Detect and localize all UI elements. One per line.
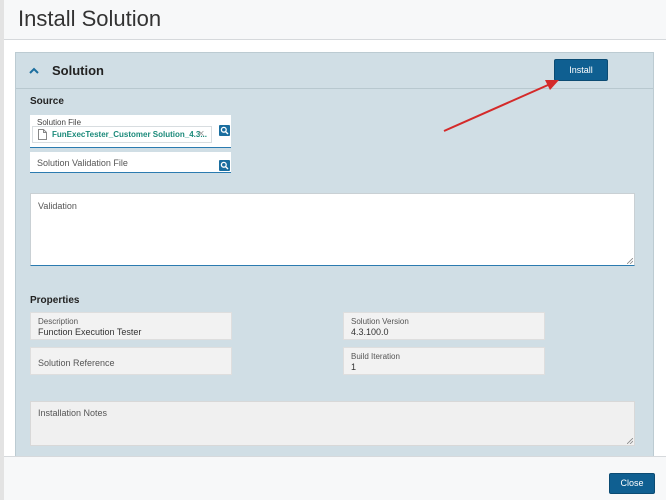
resize-grip-icon[interactable] <box>627 258 633 264</box>
dialog-content[interactable]: Solution Install Source Solution File Fu… <box>4 40 666 456</box>
installation-notes-textarea[interactable]: Installation Notes <box>30 401 635 446</box>
close-button[interactable]: Close <box>609 473 655 494</box>
search-icon[interactable] <box>219 125 230 136</box>
build-iteration-value: 1 <box>351 362 357 372</box>
solution-file-field[interactable]: Solution File FunExecTester_Customer Sol… <box>30 115 231 148</box>
file-icon <box>38 129 47 140</box>
source-heading: Source <box>30 96 64 107</box>
solution-version-label: Solution Version <box>351 317 409 326</box>
installation-notes-placeholder: Installation Notes <box>38 408 108 418</box>
resize-grip-icon[interactable] <box>627 438 633 444</box>
dialog-footer: Close <box>4 456 666 500</box>
description-value: Function Execution Tester <box>38 327 142 337</box>
solution-reference-label: Solution Reference <box>38 358 115 368</box>
validation-placeholder: Validation <box>38 201 77 211</box>
solution-version-field: Solution Version 4.3.100.0 <box>343 312 545 340</box>
description-field: Description Function Execution Tester <box>30 312 232 340</box>
build-iteration-field: Build Iteration 1 <box>343 347 545 375</box>
close-icon[interactable]: × <box>198 127 204 142</box>
solution-file-chip[interactable]: FunExecTester_Customer Solution_4.3... × <box>32 126 212 143</box>
properties-heading: Properties <box>30 295 80 306</box>
solution-version-value: 4.3.100.0 <box>351 327 389 337</box>
solution-reference-field: Solution Reference <box>30 347 232 375</box>
validation-file-field[interactable]: Solution Validation File <box>30 152 231 173</box>
panel-title: Solution <box>52 63 104 78</box>
validation-textarea[interactable]: Validation <box>30 193 635 266</box>
solution-file-name[interactable]: FunExecTester_Customer Solution_4.3... <box>52 130 207 139</box>
solution-panel-header[interactable]: Solution Install <box>16 53 653 89</box>
build-iteration-label: Build Iteration <box>351 352 400 361</box>
page-title: Install Solution <box>18 6 162 31</box>
description-label: Description <box>38 317 79 326</box>
chevron-up-icon[interactable] <box>28 65 40 77</box>
search-icon[interactable] <box>219 160 230 171</box>
dialog-header: Install Solution <box>4 0 666 40</box>
solution-panel: Solution Install Source Solution File Fu… <box>15 52 654 456</box>
validation-file-placeholder: Solution Validation File <box>37 158 128 168</box>
install-button[interactable]: Install <box>554 59 608 81</box>
